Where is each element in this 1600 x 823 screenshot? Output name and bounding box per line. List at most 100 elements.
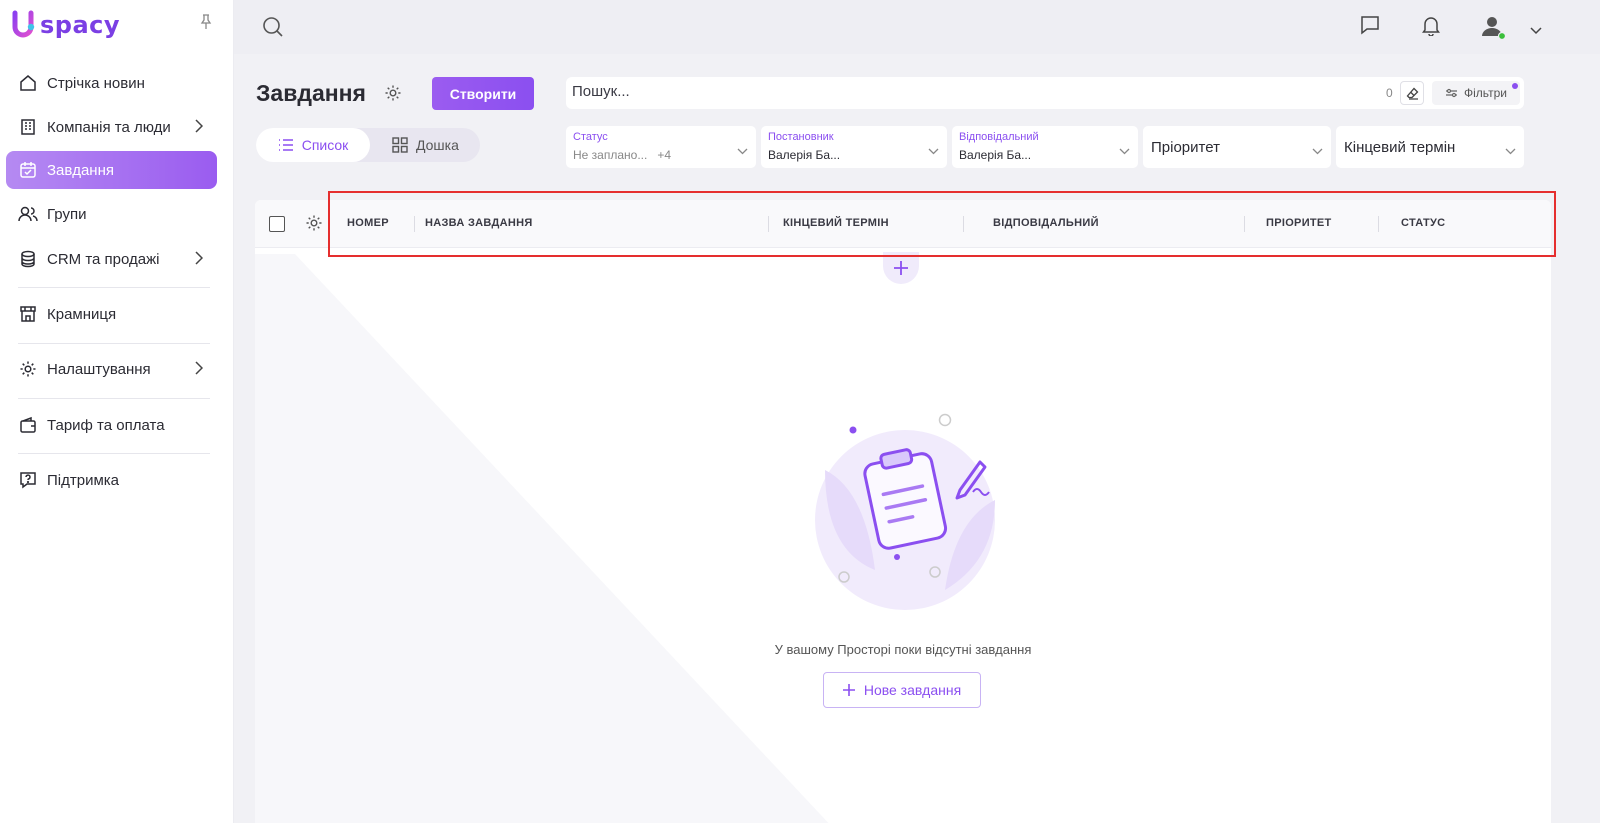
column-separator[interactable] xyxy=(414,216,415,232)
home-icon xyxy=(18,73,38,93)
chevron-down-icon xyxy=(737,142,748,160)
filter-value: Пріоритет xyxy=(1151,139,1220,156)
sidebar-item-label: Крамниця xyxy=(47,305,117,323)
new-task-button[interactable]: Нове завдання xyxy=(823,672,981,708)
status-filter[interactable]: Статус Не заплано... +4 xyxy=(566,126,756,168)
sidebar: spacy Стрічка новин Компанія та люди Зав… xyxy=(0,0,234,823)
plus-icon xyxy=(842,684,855,696)
sidebar-item-label: Підтримка xyxy=(47,471,120,489)
chat-icon[interactable] xyxy=(1360,15,1380,40)
chevron-right-icon xyxy=(195,119,204,137)
search-icon[interactable] xyxy=(262,16,284,43)
column-header-responsible[interactable]: ВІДПОВІДАЛЬНИЙ xyxy=(993,217,1099,229)
new-task-label: Нове завдання xyxy=(863,682,962,698)
sidebar-item-crm[interactable]: CRM та продажі xyxy=(6,240,217,278)
settings-gear-icon[interactable] xyxy=(384,84,402,107)
sidebar-item-news[interactable]: Стрічка новин xyxy=(6,64,217,102)
sidebar-item-label: Завдання xyxy=(47,161,114,179)
gear-icon xyxy=(18,359,38,379)
divider xyxy=(18,398,210,399)
logo[interactable]: spacy xyxy=(12,10,120,40)
empty-state-illustration xyxy=(795,410,1015,615)
eraser-icon[interactable] xyxy=(1400,81,1424,105)
search-bar: 0 Фільтри xyxy=(566,77,1524,109)
sidebar-item-label: Групи xyxy=(47,205,87,223)
sidebar-item-groups[interactable]: Групи xyxy=(6,195,217,233)
page-title: Завдання xyxy=(256,80,366,106)
grid-icon xyxy=(392,137,408,153)
tab-list[interactable]: Список xyxy=(256,128,370,162)
column-header-priority[interactable]: ПРІОРИТЕТ xyxy=(1266,217,1332,229)
wallet-icon xyxy=(18,415,38,435)
pin-icon[interactable] xyxy=(200,14,212,35)
add-task-plus-icon[interactable] xyxy=(883,252,919,284)
chevron-down-icon[interactable] xyxy=(1530,22,1542,40)
column-separator[interactable] xyxy=(1244,216,1245,232)
deadline-filter[interactable]: Кінцевий термін xyxy=(1336,126,1524,168)
sidebar-item-settings[interactable]: Налаштування xyxy=(6,350,217,388)
filter-label: Відповідальний xyxy=(959,131,1039,143)
sidebar-item-billing[interactable]: Тариф та оплата xyxy=(6,406,217,444)
background-shape xyxy=(255,254,835,823)
users-icon xyxy=(18,204,38,224)
column-separator[interactable] xyxy=(1378,216,1379,232)
divider xyxy=(18,343,210,344)
logo-text: spacy xyxy=(40,11,121,39)
filters-active-dot xyxy=(1512,83,1518,89)
empty-state-message: У вашому Просторі поки відсутні завдання xyxy=(774,642,1032,657)
coins-icon xyxy=(18,249,38,269)
top-bar xyxy=(234,0,1600,54)
sliders-icon xyxy=(1446,88,1457,98)
sidebar-item-company[interactable]: Компанія та люди xyxy=(6,108,217,146)
sidebar-item-support[interactable]: Підтримка xyxy=(6,461,217,499)
view-toggle: Список Дошка xyxy=(256,128,480,162)
filter-label: Постановник xyxy=(768,131,834,143)
column-separator[interactable] xyxy=(768,216,769,232)
column-separator[interactable] xyxy=(963,216,964,232)
table-header: НОМЕР НАЗВА ЗАВДАННЯ КІНЦЕВИЙ ТЕРМІН ВІД… xyxy=(255,200,1551,248)
divider xyxy=(18,287,210,288)
chevron-right-icon xyxy=(195,361,204,379)
tab-board[interactable]: Дошка xyxy=(392,128,459,162)
filter-value: Валерія Ба... xyxy=(959,148,1032,162)
calendar-check-icon xyxy=(18,160,38,180)
main-content: Завдання Створити Список Дошка 0 Фільтри… xyxy=(234,54,1600,823)
tab-list-label: Список xyxy=(301,137,349,153)
filter-label: Статус xyxy=(573,131,608,143)
create-button[interactable]: Створити xyxy=(432,77,534,110)
chevron-down-icon xyxy=(1505,142,1516,160)
search-count: 0 xyxy=(1386,86,1393,100)
column-header-status[interactable]: СТАТУС xyxy=(1401,217,1445,229)
filter-value: Валерія Ба... xyxy=(768,148,841,162)
sidebar-item-label: Налаштування xyxy=(47,360,151,378)
bell-icon[interactable] xyxy=(1421,15,1441,41)
sidebar-item-label: CRM та продажі xyxy=(47,250,160,268)
column-header-title[interactable]: НАЗВА ЗАВДАННЯ xyxy=(425,217,533,229)
column-header-number[interactable]: НОМЕР xyxy=(347,217,389,229)
chevron-down-icon xyxy=(928,142,939,160)
filters-button[interactable]: Фільтри xyxy=(1432,81,1520,105)
responsible-filter[interactable]: Відповідальний Валерія Ба... xyxy=(952,126,1138,168)
sidebar-item-store[interactable]: Крамниця xyxy=(6,295,217,333)
sidebar-item-label: Тариф та оплата xyxy=(47,416,165,434)
divider xyxy=(18,453,210,454)
search-input[interactable] xyxy=(572,83,1372,100)
building-icon xyxy=(18,117,38,137)
help-icon xyxy=(18,470,38,490)
logo-mark-icon xyxy=(12,10,38,40)
priority-filter[interactable]: Пріоритет xyxy=(1143,126,1331,168)
filter-row: Статус Не заплано... +4 Постановник Вале… xyxy=(566,126,1526,170)
select-all-checkbox[interactable] xyxy=(269,216,285,232)
chevron-down-icon xyxy=(1312,142,1323,160)
column-header-deadline[interactable]: КІНЦЕВИЙ ТЕРМІН xyxy=(783,217,889,229)
sidebar-item-label: Компанія та люди xyxy=(47,118,171,136)
filter-value: Не заплано... +4 xyxy=(573,148,672,162)
filter-value: Кінцевий термін xyxy=(1344,139,1456,156)
tab-board-label: Дошка xyxy=(416,137,459,153)
sidebar-item-tasks[interactable]: Завдання xyxy=(6,151,217,189)
author-filter[interactable]: Постановник Валерія Ба... xyxy=(761,126,947,168)
columns-settings-icon[interactable] xyxy=(305,214,323,237)
chevron-down-icon xyxy=(1119,142,1130,160)
avatar[interactable] xyxy=(1480,14,1507,45)
filters-label: Фільтри xyxy=(1464,86,1507,100)
